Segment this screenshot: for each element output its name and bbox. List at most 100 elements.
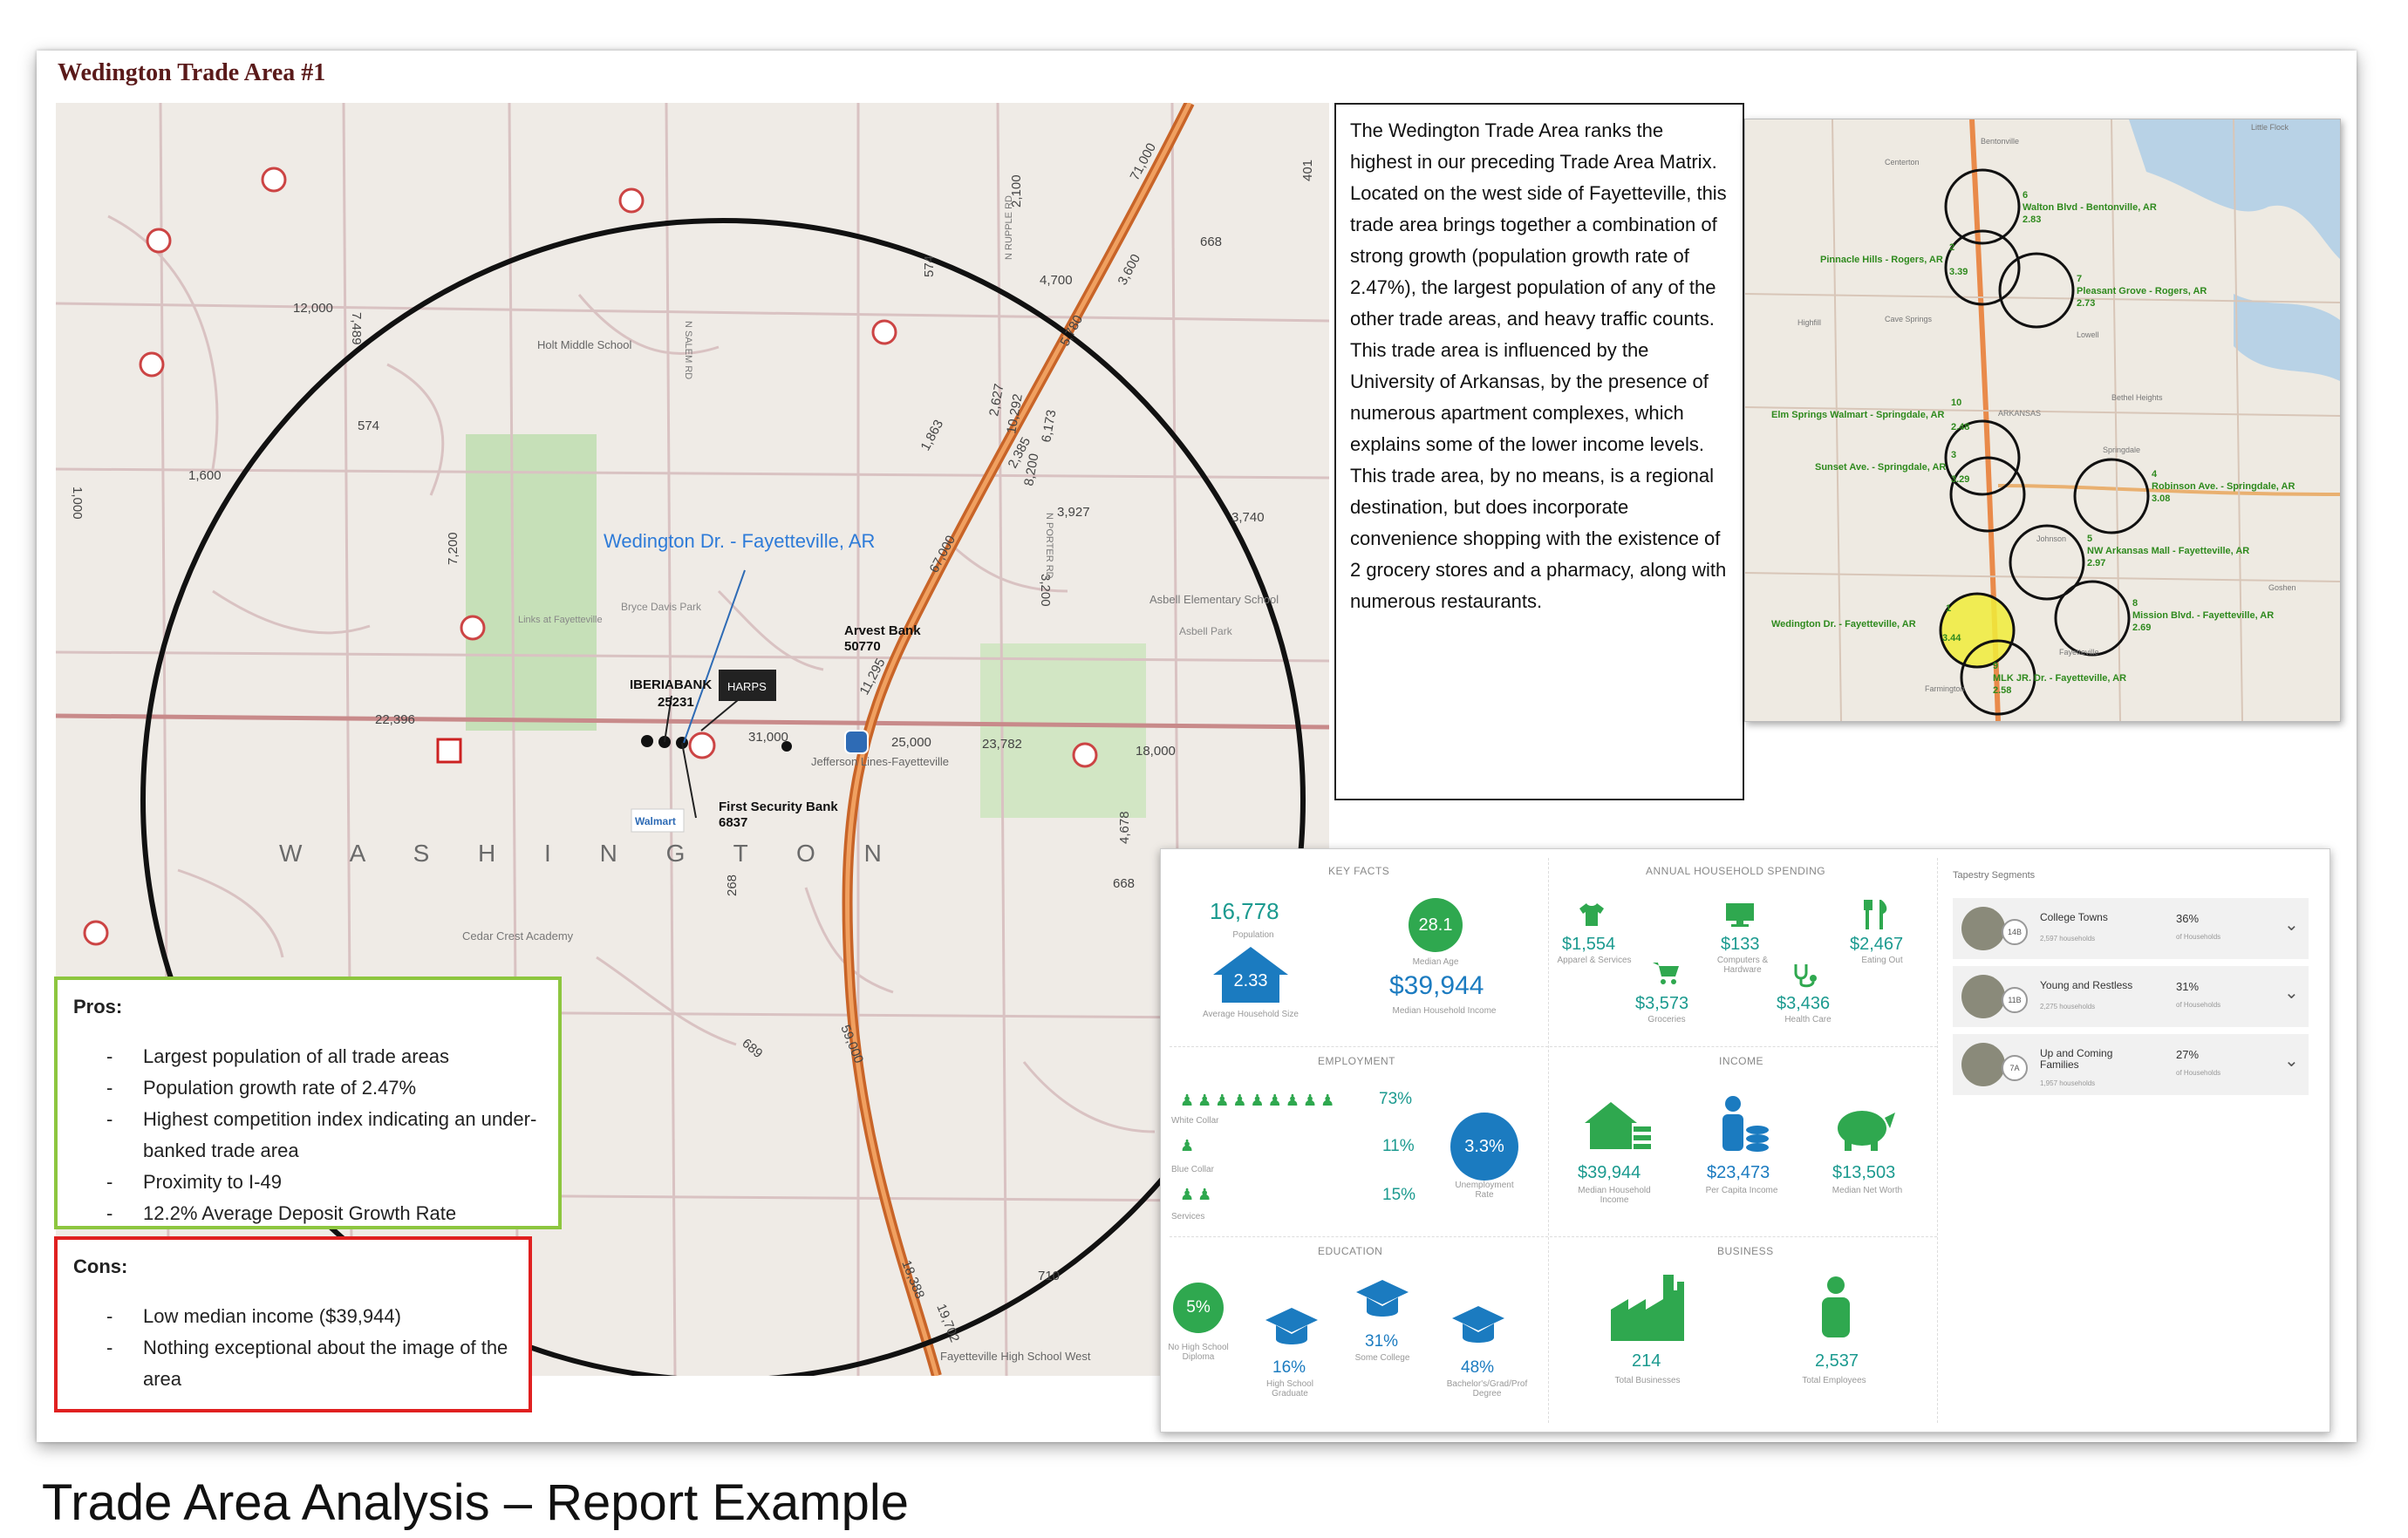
traffic-count: 668 [1113,876,1135,891]
cons-box: Cons: Low median income ($39,944) Nothin… [54,1236,532,1412]
jefferson-label: Jefferson Lines-Fayetteville [811,755,949,768]
first-security-label: First Security Bank [719,800,838,814]
list-item: Low median income ($39,944) [106,1301,513,1332]
svg-text:1: 1 [1946,603,1951,614]
apparel-label: Apparel & Services [1557,956,1632,965]
svg-text:2.73: 2.73 [2077,298,2095,309]
holt-school-label: Holt Middle School [537,338,631,351]
fayetteville-high-label: Fayetteville High School West [940,1350,1091,1363]
traffic-count: 23,782 [982,737,1022,752]
list-item: Largest population of all trade areas [106,1041,542,1072]
health-value: $3,436 [1777,994,1831,1013]
segment-households: 2,275 households [2040,1003,2096,1011]
svg-text:Centerton: Centerton [1885,158,1920,167]
road-label: N RUPPLE RD [1004,195,1014,260]
computer-icon [1726,903,1754,932]
traffic-count: 3,927 [1057,505,1090,520]
svg-text:Lowell: Lowell [2077,330,2099,339]
iberiabank-id: 25231 [658,695,694,710]
population-label: Population [1232,930,1274,940]
per-capita-value: $23,473 [1707,1163,1770,1182]
svg-text:Little Flock: Little Flock [2251,123,2289,132]
svg-text:Walton Blvd - Bentonville, AR: Walton Blvd - Bentonville, AR [2023,202,2157,213]
graduation-cap-icon [1356,1280,1409,1324]
median-income-value: $39,944 [1389,971,1484,1000]
segment-name: College Towns [2040,911,2108,923]
svg-text:Springdale: Springdale [2103,446,2140,454]
pros-box: Pros: Largest population of all trade ar… [54,977,562,1229]
walmart-logo: Walmart [635,815,676,827]
segment-name: Up and Coming Families [2040,1047,2113,1071]
computers-value: $133 [1721,935,1760,954]
education-heading: EDUCATION [1318,1245,1383,1257]
regional-trade-area-map: 6 Walton Blvd - Bentonville, AR 2.83 2 P… [1744,119,2341,722]
some-college-value: 31% [1365,1332,1399,1351]
svg-text:ARKANSAS: ARKANSAS [1998,409,2041,418]
businesses-label: Total Businesses [1614,1376,1681,1385]
apparel-value: $1,554 [1562,935,1616,954]
person-coins-icon [1717,1095,1770,1157]
traffic-count: 7,489 [349,312,364,345]
chevron-down-icon[interactable]: ⌄ [2284,914,2299,936]
svg-text:2: 2 [1949,242,1954,253]
segment-badge: 14B [2002,919,2028,945]
household-size-label: Average Household Size [1203,1010,1299,1019]
key-facts-heading: KEY FACTS [1328,865,1390,877]
demographic-infographic: KEY FACTS 16,778 Population 2.33 Average… [1160,848,2330,1433]
segment-households: 1,957 households [2040,1079,2096,1087]
tapestry-segment-row[interactable]: 7A Up and Coming Families 1,957 househol… [1953,1034,2309,1095]
traffic-count: 25,000 [891,735,931,750]
list-item: 12.2% Average Deposit Growth Rate [106,1198,542,1229]
svg-text:4: 4 [2152,469,2158,480]
traffic-count: 7,200 [446,532,460,565]
traffic-count: 1,000 [70,487,85,520]
harps-logo: HARPS [727,680,767,693]
pros-list: Largest population of all trade areas Po… [73,1041,542,1229]
svg-text:Farmington: Farmington [1925,684,1965,693]
utensils-icon [1864,900,1890,934]
sheet-title: Wedington Trade Area #1 [58,59,326,86]
factory-icon [1611,1275,1684,1345]
bryce-park-label: Bryce Davis Park [621,601,702,613]
graduation-cap-icon [1452,1306,1504,1351]
income-heading: INCOME [1719,1055,1763,1067]
road-label: N SALEM RD [683,321,693,379]
regional-map-svg: 6 Walton Blvd - Bentonville, AR 2.83 2 P… [1745,119,2340,721]
tapestry-segment-row[interactable]: 11B Young and Restless 2,275 households … [1953,966,2309,1027]
svg-text:8: 8 [2132,598,2138,609]
cons-list: Low median income ($39,944) Nothing exce… [73,1301,513,1395]
list-item: Proximity to I-49 [106,1167,542,1198]
trade-area-narrative: The Wedington Trade Area ranks the highe… [1334,103,1744,800]
segment-percent-label: of Households [2176,1001,2221,1009]
segment-percent: 36% [2176,912,2200,925]
svg-text:5: 5 [2087,534,2092,544]
household-size-value: 2.33 [1233,971,1268,990]
services-label: Services [1171,1212,1205,1222]
groceries-label: Groceries [1647,1015,1686,1024]
list-item: Nothing exceptional about the image of t… [106,1332,513,1395]
traffic-count: 18,000 [1136,744,1176,759]
stethoscope-icon [1792,963,1818,993]
svg-text:9: 9 [1993,661,1998,671]
unemployment-value: 3.3% [1450,1113,1518,1181]
svg-text:3.08: 3.08 [2152,493,2170,504]
chevron-down-icon[interactable]: ⌄ [2284,982,2299,1004]
svg-text:Wedington Dr. - Fayetteville,: Wedington Dr. - Fayetteville, AR [1771,619,1916,629]
svg-text:Robinson Ave. - Springdale, AR: Robinson Ave. - Springdale, AR [2152,481,2295,492]
businesses-value: 214 [1632,1351,1661,1371]
chevron-down-icon[interactable]: ⌄ [2284,1050,2299,1072]
svg-text:Sunset Ave. - Springdale, AR: Sunset Ave. - Springdale, AR [1815,462,1946,473]
median-household-label: Median Household Income [1578,1186,1651,1205]
no-hs-label: No High School Diploma [1168,1343,1229,1362]
iberiabank-label: IBERIABANK [630,677,712,692]
bachelors-label: Bachelor's/Grad/Prof Degree [1446,1379,1528,1398]
segment-badge: 11B [2002,987,2028,1013]
tapestry-segment-row[interactable]: 14B College Towns 2,597 households 36% o… [1953,898,2309,959]
blue-collar-icon: ♟ [1180,1137,1195,1154]
eating-value: $2,467 [1850,935,1904,954]
svg-text:Pinnacle Hills - Rogers, AR: Pinnacle Hills - Rogers, AR [1820,255,1943,265]
employment-heading: EMPLOYMENT [1318,1055,1396,1067]
cons-label: Cons: [73,1256,128,1277]
svg-text:2.83: 2.83 [2023,214,2041,225]
first-security-id: 6837 [719,815,747,830]
